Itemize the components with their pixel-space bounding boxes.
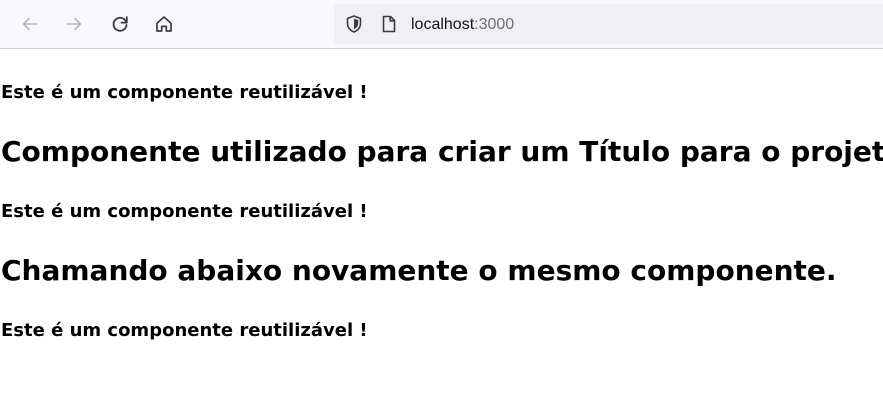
section-heading: Chamando abaixo novamente o mesmo compon…: [1, 254, 837, 287]
reusable-component-text: Este é um componente reutilizável !: [1, 82, 368, 103]
browser-toolbar: localhost:3000: [0, 0, 883, 49]
reload-button[interactable]: [104, 8, 136, 40]
reusable-component-text: Este é um componente reutilizável !: [1, 201, 368, 222]
url-text[interactable]: localhost:3000: [411, 15, 514, 35]
reload-icon: [112, 16, 128, 32]
page-title: Componente utilizado para criar um Títul…: [1, 135, 883, 168]
url-port: :3000: [474, 16, 515, 33]
forward-button[interactable]: [58, 8, 90, 40]
page-content: Este é um componente reutilizável ! Comp…: [0, 49, 883, 408]
back-button[interactable]: [14, 8, 46, 40]
url-bar[interactable]: localhost:3000: [334, 4, 883, 44]
url-host: localhost: [411, 16, 475, 33]
home-button[interactable]: [148, 8, 180, 40]
reusable-component-text: Este é um componente reutilizável !: [1, 320, 368, 341]
page-icon[interactable]: [379, 14, 399, 34]
arrow-right-icon: [66, 17, 82, 31]
arrow-left-icon: [22, 17, 38, 31]
shield-icon[interactable]: [344, 14, 364, 34]
home-icon: [156, 16, 172, 32]
